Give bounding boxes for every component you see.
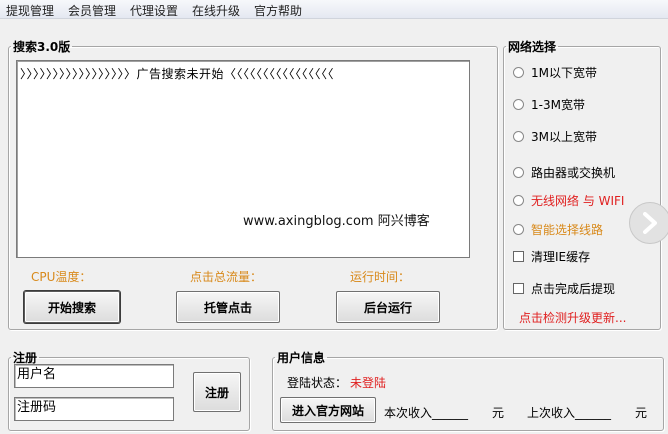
chevron-right-icon-glyph bbox=[643, 212, 657, 234]
search-group-legend: 搜索3.0版 bbox=[13, 40, 71, 54]
menu-item-withdraw[interactable]: 提现管理 bbox=[6, 2, 54, 19]
network-option-1-3m[interactable]: 1-3M宽带 bbox=[513, 96, 585, 113]
cpu-temperature-label: CPU温度： bbox=[31, 270, 92, 284]
this-income-text: 本次收入______ 元 bbox=[384, 406, 505, 420]
radio-icon bbox=[513, 131, 524, 142]
register-button[interactable]: 注册 bbox=[193, 372, 241, 412]
watermark-text: www.axingblog.com 阿兴博客 bbox=[243, 214, 430, 229]
network-option-router[interactable]: 路由器或交换机 bbox=[513, 164, 615, 181]
register-code-field[interactable]: 注册码 bbox=[14, 397, 174, 421]
check-update-link[interactable]: 点击检测升级更新... bbox=[519, 309, 626, 326]
background-run-button[interactable]: 后台运行 bbox=[336, 291, 440, 323]
official-site-button[interactable]: 进入官方网站 bbox=[280, 397, 376, 423]
clear-ie-cache-checkbox[interactable]: 清理IE缓存 bbox=[513, 248, 590, 265]
network-option-under-1m[interactable]: 1M以下宽带 bbox=[513, 64, 597, 81]
search-status-text: 〉〉〉〉〉〉〉〉〉〉〉〉〉〉〉〉〉广告搜索未开始〈〈〈〈〈〈〈〈〈〈〈〈〈〈〈〈 bbox=[20, 67, 335, 81]
radio-icon bbox=[513, 224, 524, 235]
menu-item-members[interactable]: 会员管理 bbox=[68, 2, 116, 19]
menu-item-agent[interactable]: 代理设置 bbox=[130, 2, 178, 19]
menu-item-help[interactable]: 官方帮助 bbox=[254, 2, 302, 19]
auto-click-button[interactable]: 托管点击 bbox=[176, 291, 280, 323]
radio-icon bbox=[513, 99, 524, 110]
last-income-text: 上次收入______ 元 bbox=[527, 406, 648, 420]
withdraw-after-click-checkbox[interactable]: 点击完成后提现 bbox=[513, 280, 615, 297]
radio-icon bbox=[513, 167, 524, 178]
network-option-over-3m[interactable]: 3M以上宽带 bbox=[513, 128, 597, 145]
checkbox-icon bbox=[513, 283, 524, 294]
network-group-legend: 网络选择 bbox=[508, 40, 557, 54]
user-info-group-legend: 用户信息 bbox=[277, 351, 326, 365]
radio-icon bbox=[513, 195, 524, 206]
checkbox-icon bbox=[513, 251, 524, 262]
chevron-right-icon[interactable] bbox=[629, 202, 668, 244]
menu-bar: 提现管理 会员管理 代理设置 在线升级 官方帮助 bbox=[0, 0, 668, 19]
network-option-smart[interactable]: 智能选择线路 bbox=[513, 221, 603, 238]
radio-icon bbox=[513, 67, 524, 78]
network-option-wifi[interactable]: 无线网络 与 WIFI bbox=[513, 192, 624, 209]
login-status-label: 登陆状态： bbox=[287, 376, 348, 390]
start-search-button[interactable]: 开始搜索 bbox=[24, 291, 120, 323]
login-status-value: 未登陆 bbox=[350, 376, 387, 390]
runtime-label: 运行时间： bbox=[350, 270, 411, 284]
total-clicks-label: 点击总流量： bbox=[190, 270, 263, 284]
menu-item-upgrade[interactable]: 在线升级 bbox=[192, 2, 240, 19]
username-field[interactable]: 用户名 bbox=[14, 364, 174, 388]
